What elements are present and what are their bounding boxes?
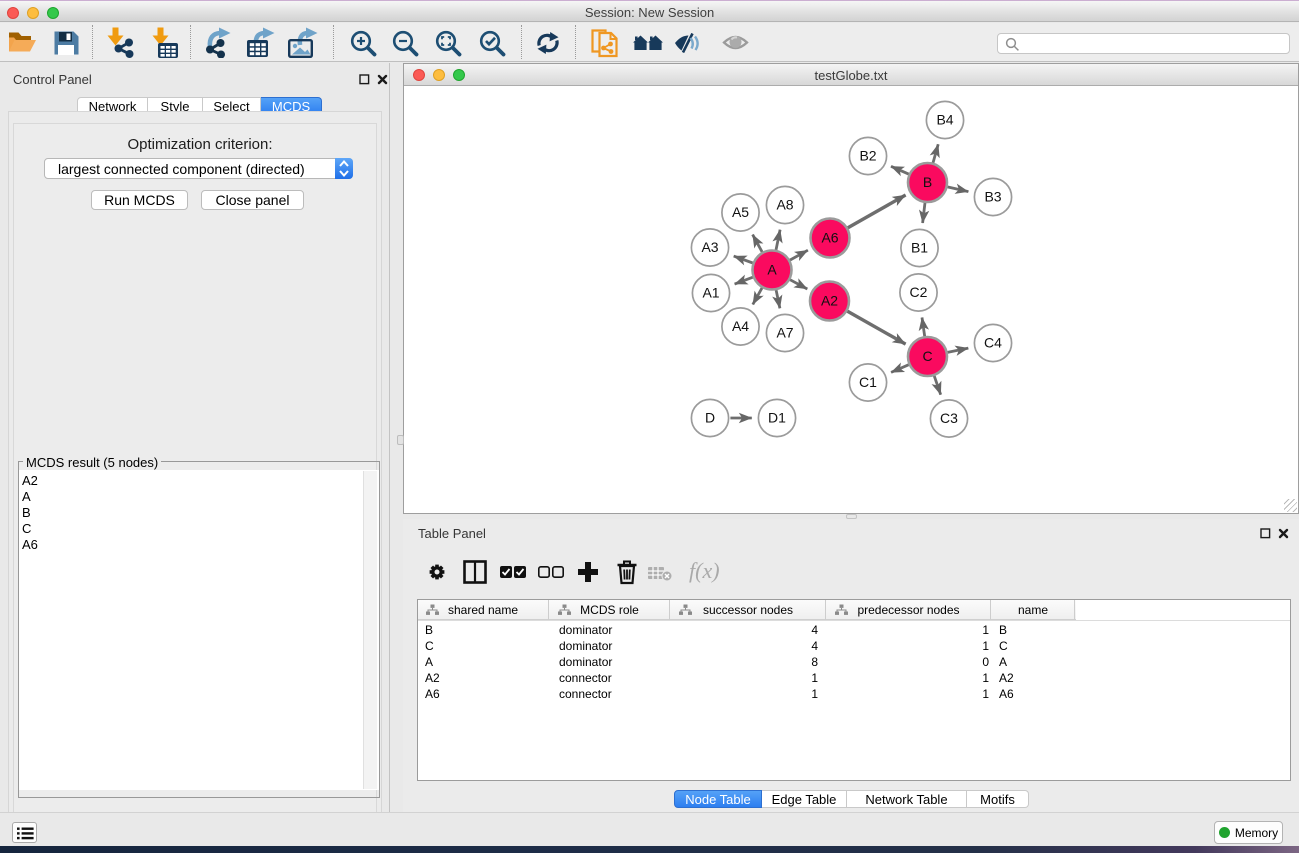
svg-text:B3: B3 — [984, 189, 1001, 205]
svg-text:C2: C2 — [910, 284, 928, 300]
svg-text:D: D — [705, 410, 715, 426]
svg-text:A1: A1 — [702, 285, 719, 301]
svg-text:B4: B4 — [936, 112, 953, 128]
svg-text:A6: A6 — [821, 230, 838, 246]
svg-text:A3: A3 — [701, 239, 718, 255]
svg-text:C: C — [922, 348, 932, 364]
svg-text:D1: D1 — [768, 410, 786, 426]
svg-text:B: B — [923, 174, 932, 190]
svg-text:A: A — [767, 262, 777, 278]
svg-text:A2: A2 — [821, 293, 838, 309]
svg-text:C4: C4 — [984, 335, 1002, 351]
svg-text:A8: A8 — [776, 197, 793, 213]
svg-text:C1: C1 — [859, 374, 877, 390]
svg-text:A7: A7 — [776, 325, 793, 341]
svg-text:A4: A4 — [732, 318, 749, 334]
svg-text:A5: A5 — [732, 204, 749, 220]
svg-text:B1: B1 — [911, 240, 928, 256]
svg-text:B2: B2 — [859, 148, 876, 164]
svg-text:C3: C3 — [940, 410, 958, 426]
